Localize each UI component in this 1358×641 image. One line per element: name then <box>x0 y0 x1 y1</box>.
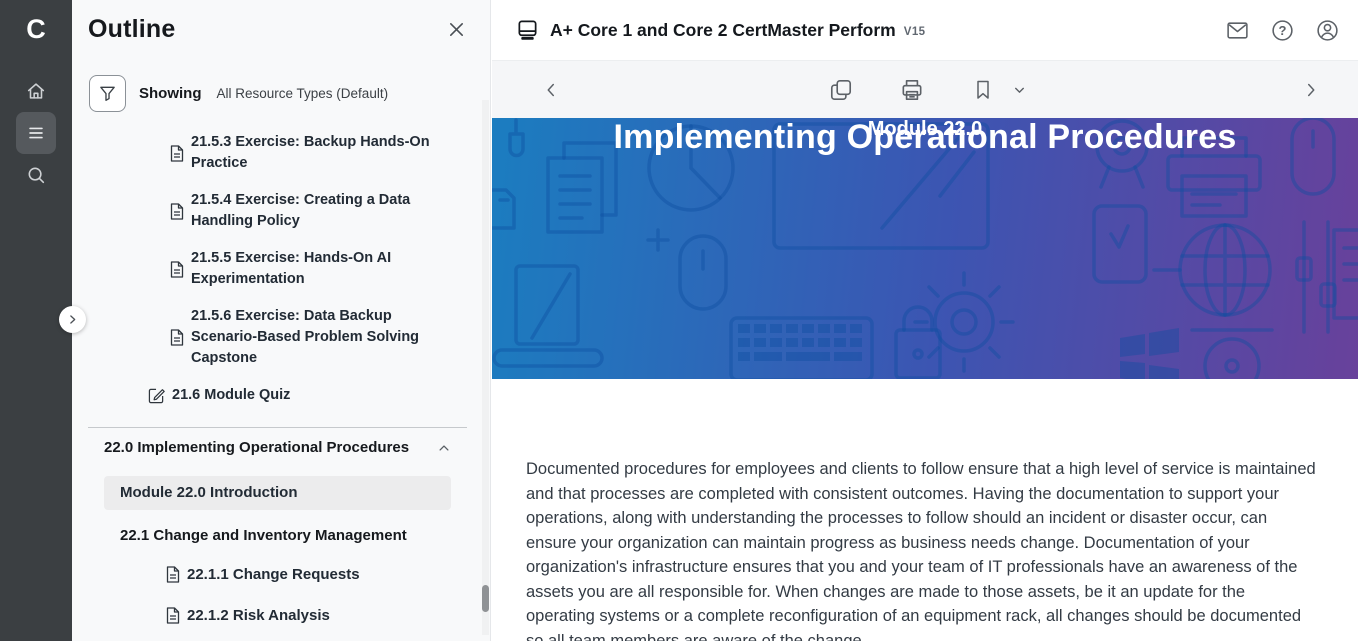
document-icon <box>170 329 184 346</box>
help-icon: ? <box>1270 18 1295 43</box>
document-icon <box>170 261 184 278</box>
module-banner: Module 22.0 Implementing Operational Pro… <box>492 118 1358 379</box>
showing-label: Showing <box>139 85 202 102</box>
chevron-up-icon <box>437 441 451 455</box>
outline-item[interactable]: 22.1.2 Risk Analysis <box>72 605 490 626</box>
outline-item[interactable]: 21.5.4 Exercise: Creating a Data Handlin… <box>72 190 490 232</box>
filter-icon <box>98 84 117 103</box>
chevron-down-icon <box>1012 82 1027 97</box>
lesson-body: Documented procedures for employees and … <box>492 379 1358 641</box>
outline-item[interactable]: 21.5.6 Exercise: Data Backup Scenario-Ba… <box>72 306 490 369</box>
outline-scrollbar-track <box>482 100 489 635</box>
outline-item-section[interactable]: 22.1 Change and Inventory Management <box>120 527 490 544</box>
mail-icon <box>1225 18 1250 43</box>
outline-title: Outline <box>88 15 176 44</box>
comptia-logo: C <box>26 10 46 48</box>
menu-icon <box>25 122 47 144</box>
lesson-paragraph: Documented procedures for employees and … <box>526 457 1318 641</box>
chevron-right-icon <box>66 313 79 326</box>
document-icon <box>166 607 180 624</box>
app-window: C Outline <box>0 0 1358 641</box>
print-button[interactable] <box>896 74 928 106</box>
course-header: A+ Core 1 and Core 2 CertMaster Perform … <box>492 0 1358 60</box>
close-outline-button[interactable] <box>445 18 468 41</box>
filter-button[interactable] <box>89 75 126 112</box>
bookmark-button[interactable] <box>968 75 998 105</box>
course-title: A+ Core 1 and Core 2 CertMaster Perform <box>550 20 896 41</box>
outline-item-quiz[interactable]: 21.6 Module Quiz <box>72 385 490 406</box>
home-button[interactable] <box>16 70 56 112</box>
account-icon <box>1315 18 1340 43</box>
messages-button[interactable] <box>1223 16 1252 45</box>
quiz-icon <box>148 387 165 404</box>
print-icon <box>899 77 925 103</box>
outline-menu-button[interactable] <box>16 112 56 154</box>
search-icon <box>25 164 47 186</box>
reader-toolbar <box>492 60 1358 118</box>
outline-item-label: 21.6 Module Quiz <box>172 385 290 406</box>
next-page-button[interactable] <box>1297 76 1325 104</box>
outline-divider <box>88 427 467 428</box>
outline-item-label: 22.1.2 Risk Analysis <box>187 605 330 626</box>
panel-expand-button[interactable] <box>59 306 86 333</box>
outline-scrollbar-thumb[interactable] <box>482 585 489 612</box>
outline-item[interactable]: 22.1.1 Change Requests <box>72 564 490 585</box>
banner-title: Implementing Operational Procedures <box>492 118 1358 157</box>
outline-item-label: 21.5.6 Exercise: Data Backup Scenario-Ba… <box>191 306 443 369</box>
outline-item-label: 21.5.4 Exercise: Creating a Data Handlin… <box>191 190 443 232</box>
document-icon <box>170 203 184 220</box>
close-icon <box>447 20 466 39</box>
account-button[interactable] <box>1313 16 1342 45</box>
outline-item[interactable]: 21.5.3 Exercise: Backup Hands-On Practic… <box>72 132 490 174</box>
filter-value: All Resource Types (Default) <box>217 86 389 101</box>
copy-button[interactable] <box>825 74 857 106</box>
previous-page-button[interactable] <box>537 76 565 104</box>
filter-row: Showing All Resource Types (Default) <box>89 75 490 112</box>
document-icon <box>170 145 184 162</box>
bookmark-icon <box>971 78 995 102</box>
course-icon <box>516 19 539 42</box>
course-version: V15 <box>904 26 926 38</box>
home-icon <box>25 80 47 102</box>
outline-section-22-header[interactable]: 22.0 Implementing Operational Procedures <box>104 439 451 456</box>
main-content: A+ Core 1 and Core 2 CertMaster Perform … <box>492 0 1358 641</box>
forward-icon <box>1300 79 1322 101</box>
back-icon <box>540 79 562 101</box>
outline-item-selected[interactable]: Module 22.0 Introduction <box>104 476 451 510</box>
outline-item-label: 21.5.3 Exercise: Backup Hands-On Practic… <box>191 132 443 174</box>
bookmark-menu-button[interactable] <box>1009 79 1030 100</box>
outline-item-label: 21.5.5 Exercise: Hands-On AI Experimenta… <box>191 248 443 290</box>
search-button[interactable] <box>16 154 56 196</box>
outline-panel: Outline Showing All Resource Types (Defa… <box>72 0 491 641</box>
outline-tree: 21.5.3 Exercise: Backup Hands-On Practic… <box>72 132 490 626</box>
svg-text:?: ? <box>1279 22 1287 37</box>
section-label: 22.0 Implementing Operational Procedures <box>104 439 409 456</box>
banner-pattern <box>492 118 1358 379</box>
help-button[interactable]: ? <box>1268 16 1297 45</box>
copy-icon <box>828 77 854 103</box>
outline-item[interactable]: 21.5.5 Exercise: Hands-On AI Experimenta… <box>72 248 490 290</box>
outline-item-label: 22.1.1 Change Requests <box>187 564 360 585</box>
document-icon <box>166 566 180 583</box>
